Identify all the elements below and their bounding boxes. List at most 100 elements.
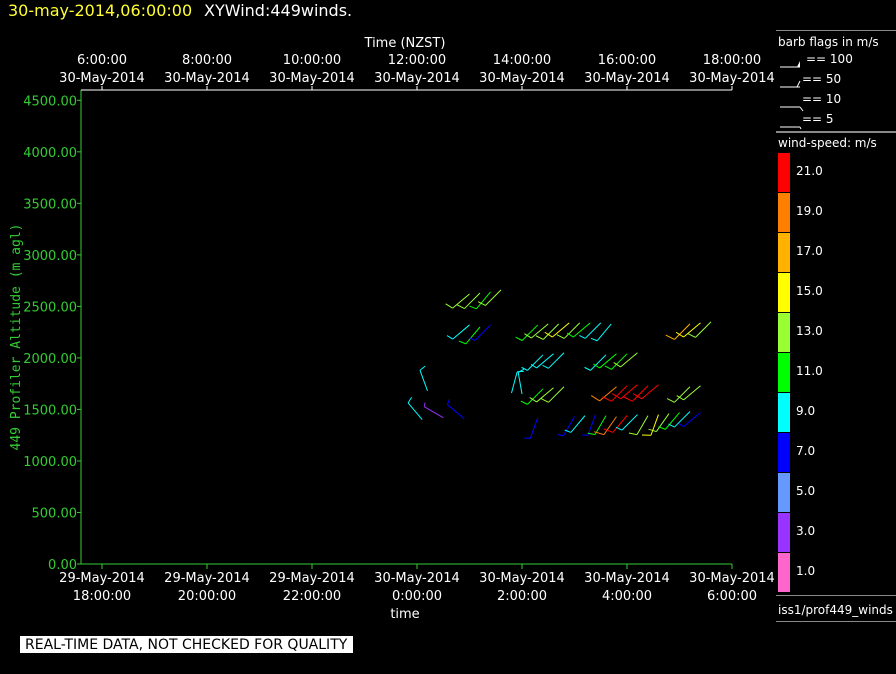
x-tick-date: 30-May-2014 [689,571,775,586]
wind-barb-staff [407,402,423,421]
wind-barb-staff [674,411,691,428]
wind-barb-staff [611,385,628,402]
wind-barb-staff [674,386,691,403]
speed-bin-label: 1.0 [796,564,816,578]
wind-barb-staff [527,388,544,405]
wind-barb-feather [602,396,612,402]
quality-warning: REAL-TIME DATA, NOT CHECKED FOR QUALITY [20,636,354,653]
wind-barb-feather [542,364,549,369]
source-divider [776,621,896,622]
wind-barb-staff [632,385,649,402]
wind-barb-feather [419,365,426,371]
top-axis-label: Time (NZST) [364,36,446,51]
wind-barb-staff [531,323,549,339]
wind-barb-staff [695,321,712,338]
wind-barb-staff [423,406,444,419]
wind-barb-feather [623,396,633,402]
wind-barb-feather [678,423,684,428]
wind-barb-feather [520,400,528,405]
wind-barbs [407,289,712,439]
x-tick-time: 6:00:00 [707,589,757,604]
wind-barb-feather [658,426,666,430]
speed-bin-label: 17.0 [796,244,823,258]
top-tick-time: 6:00:00 [77,53,127,68]
wind-barb-staff [573,322,591,338]
y-tick-label: 500.00 [32,506,78,521]
top-tick-time: 8:00:00 [182,53,232,68]
x-tick-time: 2:00:00 [497,589,547,604]
y-tick-label: 1000.00 [23,455,77,470]
wind-barb-feather [615,426,623,431]
wind-barb-staff [621,414,638,431]
y-tick-label: 2500.00 [23,300,77,315]
wind-barb-staff [620,384,638,400]
wind-barb-staff [511,371,518,394]
wind-barb-staff [620,352,638,368]
speed-bin-label: 11.0 [796,364,823,378]
barb-legend-label-100: == 100 [806,52,853,66]
wind-barb-feather [515,336,523,341]
wind-barb-feather [590,337,598,342]
wind-barb-staff [596,323,612,342]
wind-barb-feather [446,399,451,405]
y-tick-label: 3500.00 [23,197,77,212]
speed-legend-box [776,132,896,596]
wind-barb-feather [423,402,426,407]
wind-barb-staff [465,326,481,345]
wind-barb-staff [552,322,570,338]
wind-barb-feather [665,334,675,340]
wind-barb-feather [668,423,675,428]
top-tick-date: 30-May-2014 [374,71,460,86]
top-tick-date: 30-May-2014 [479,71,565,86]
wind-barb-feather [579,334,586,339]
y-tick-label: 3000.00 [23,249,77,264]
wind-barb-staff [563,416,575,436]
wind-barb-feather [666,398,675,403]
x-tick-date: 29-May-2014 [269,571,355,586]
wind-barb-staff [674,323,691,340]
wind-barb-feather [611,393,621,400]
speed-bin-label: 3.0 [796,524,816,538]
data-source-label: iss1/prof449_winds [778,603,893,617]
wind-barb-feather [687,333,696,338]
wind-barb-staff [485,289,502,306]
wind-barb-feather [446,335,453,340]
speed-bin-label: 9.0 [796,404,816,418]
wind-barb-staff [683,385,701,401]
x-tick-date: 30-May-2014 [584,571,670,586]
wind-barb-feather [469,337,476,341]
wind-profiler-chart: 0.00500.001000.001500.002000.002500.0030… [9,36,804,622]
speed-bin-label: 15.0 [796,284,823,298]
wind-barb-staff [474,324,491,341]
wind-barb-feather [458,340,467,345]
x-tick-time: 20:00:00 [178,589,236,604]
barb-legend-label-5: == 5 [802,112,834,126]
speed-bin-label: 21.0 [796,164,823,178]
speed-legend-title: wind-speed: m/s [778,136,877,150]
y-tick-label: 4500.00 [23,94,77,109]
y-axis-label: 449 Profiler Altitude (m agl) [9,224,24,451]
speed-bin-label: 7.0 [796,444,816,458]
top-tick-date: 30-May-2014 [269,71,355,86]
top-tick-date: 30-May-2014 [164,71,250,86]
top-tick-time: 14:00:00 [493,53,551,68]
wind-barb-feather [604,365,612,370]
wind-barb-staff [548,352,565,369]
x-tick-date: 29-May-2014 [164,571,250,586]
wind-barb-staff [527,354,544,371]
x-tick-time: 22:00:00 [283,589,341,604]
wind-barb-staff [590,354,607,371]
wind-barb-staff [452,324,470,340]
wind-barb-staff [603,416,617,435]
wind-barb-staff [641,384,659,400]
x-tick-time: 0:00:00 [392,589,442,604]
wind-barb-staff [650,414,659,436]
x-tick-time: 18:00:00 [73,589,131,604]
x-tick-date: 30-May-2014 [374,571,460,586]
wind-barb-feather [556,334,565,339]
wind-barb-staff [636,415,649,435]
wind-barb-staff [529,417,539,439]
x-tick-date: 29-May-2014 [59,571,145,586]
wind-barb-staff [599,353,617,369]
wind-barb-staff [464,292,481,309]
